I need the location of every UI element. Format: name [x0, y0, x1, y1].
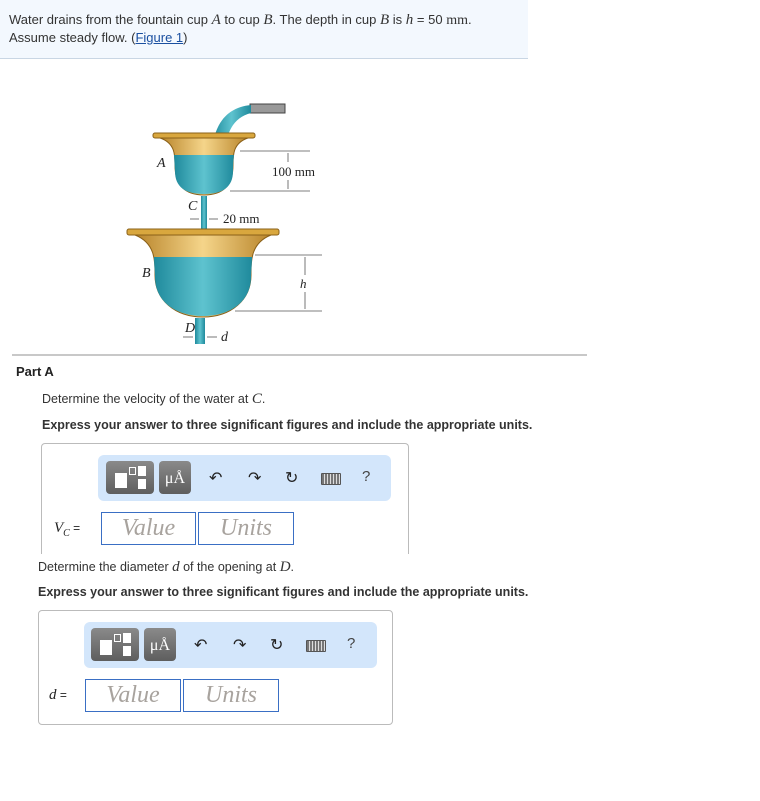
fraction-template-icon	[100, 640, 112, 655]
fraction-template-icon-small	[129, 467, 136, 475]
var-B: B	[380, 12, 390, 28]
d-label: d =	[49, 687, 67, 704]
cup-A-rim	[152, 132, 256, 139]
fraction-template-icon-num	[123, 633, 131, 643]
problem-text: Water drains from the fountain cup A to …	[9, 11, 472, 46]
dim-20mm: 20 mm	[223, 211, 259, 226]
text: = 50	[413, 12, 447, 27]
label-A: A	[156, 156, 166, 171]
part-a-title: Part A	[16, 364, 54, 379]
units-input[interactable]: Units	[183, 679, 279, 712]
reset-icon[interactable]: ↻	[270, 635, 283, 655]
text: Determine the diameter	[38, 560, 173, 574]
var-D: D	[279, 559, 291, 575]
fraction-template-icon-small	[114, 634, 121, 642]
text: . The depth in cup	[272, 12, 380, 27]
part-a-instructions: Express your answer to three significant…	[42, 418, 533, 432]
redo-icon[interactable]: ↷	[233, 635, 246, 655]
section-divider	[12, 354, 587, 356]
jet-D	[195, 318, 205, 344]
part-b-instructions: Express your answer to three significant…	[38, 585, 529, 599]
var-V: V	[54, 520, 64, 536]
var-d: d	[49, 687, 57, 703]
undo-icon[interactable]: ↶	[209, 468, 222, 488]
dim-100mm: 100 mm	[272, 164, 315, 179]
templates-button[interactable]	[106, 461, 154, 494]
templates-button[interactable]	[91, 628, 139, 661]
equals: =	[56, 688, 67, 702]
keyboard-icon[interactable]	[306, 640, 326, 652]
vc-label: VC =	[54, 520, 80, 539]
cup-A-water	[174, 155, 234, 194]
units-button[interactable]: μÅ	[144, 628, 176, 661]
part-a-question: Determine the velocity of the water at C…	[42, 391, 265, 408]
text: Assume steady flow. (	[9, 30, 136, 45]
text: Water drains from the fountain cup	[9, 12, 212, 27]
units-button[interactable]: μÅ	[159, 461, 191, 494]
problem-statement: Water drains from the fountain cup A to …	[0, 0, 528, 59]
fraction-template-icon-den	[123, 646, 131, 656]
unit-mm: mm	[446, 13, 468, 28]
text: .	[290, 560, 295, 574]
text: of the opening at	[179, 560, 280, 574]
fountain-figure: A C B D 100 mm 20 mm h d	[126, 103, 322, 345]
units-input[interactable]: Units	[198, 512, 294, 545]
text: Determine the velocity of the water at	[42, 392, 252, 406]
reset-icon[interactable]: ↻	[285, 468, 298, 488]
cup-B-rim	[126, 228, 280, 236]
label-B: B	[142, 266, 151, 281]
part-b-question: Determine the diameter d of the opening …	[38, 559, 294, 576]
answer-box-b: μÅ ↶ ↷ ↻ ? d = Value Units	[38, 610, 393, 725]
dim-h: h	[300, 276, 307, 291]
fraction-template-icon-den	[138, 479, 146, 489]
help-button[interactable]: ?	[362, 468, 370, 485]
equals: =	[69, 521, 81, 535]
var-A: A	[211, 12, 221, 28]
math-toolbar: μÅ ↶ ↷ ↻ ?	[98, 455, 391, 501]
undo-icon[interactable]: ↶	[194, 635, 207, 655]
text: .	[261, 392, 266, 406]
keyboard-icon[interactable]	[321, 473, 341, 485]
text: .	[467, 12, 472, 27]
var-B: B	[263, 12, 273, 28]
math-toolbar: μÅ ↶ ↷ ↻ ?	[84, 622, 377, 668]
redo-icon[interactable]: ↷	[248, 468, 261, 488]
label-C: C	[188, 199, 198, 214]
cup-B-water	[154, 257, 252, 316]
dim-d: d	[221, 330, 229, 345]
text: is	[389, 12, 406, 27]
fraction-template-icon-num	[138, 466, 146, 476]
text: )	[183, 30, 188, 45]
supply-pipe	[249, 103, 286, 114]
subscript-C: C	[63, 528, 70, 539]
answer-box-a: μÅ ↶ ↷ ↻ ? VC = Value Units	[41, 443, 409, 554]
label-D: D	[184, 321, 195, 336]
text: to cup	[220, 12, 264, 27]
value-input[interactable]: Value	[85, 679, 181, 712]
figure-link[interactable]: Figure 1	[135, 30, 183, 45]
var-C: C	[251, 391, 262, 407]
value-input[interactable]: Value	[101, 512, 196, 545]
var-d: d	[172, 559, 180, 575]
fraction-template-icon	[115, 473, 127, 488]
help-button[interactable]: ?	[347, 635, 355, 652]
